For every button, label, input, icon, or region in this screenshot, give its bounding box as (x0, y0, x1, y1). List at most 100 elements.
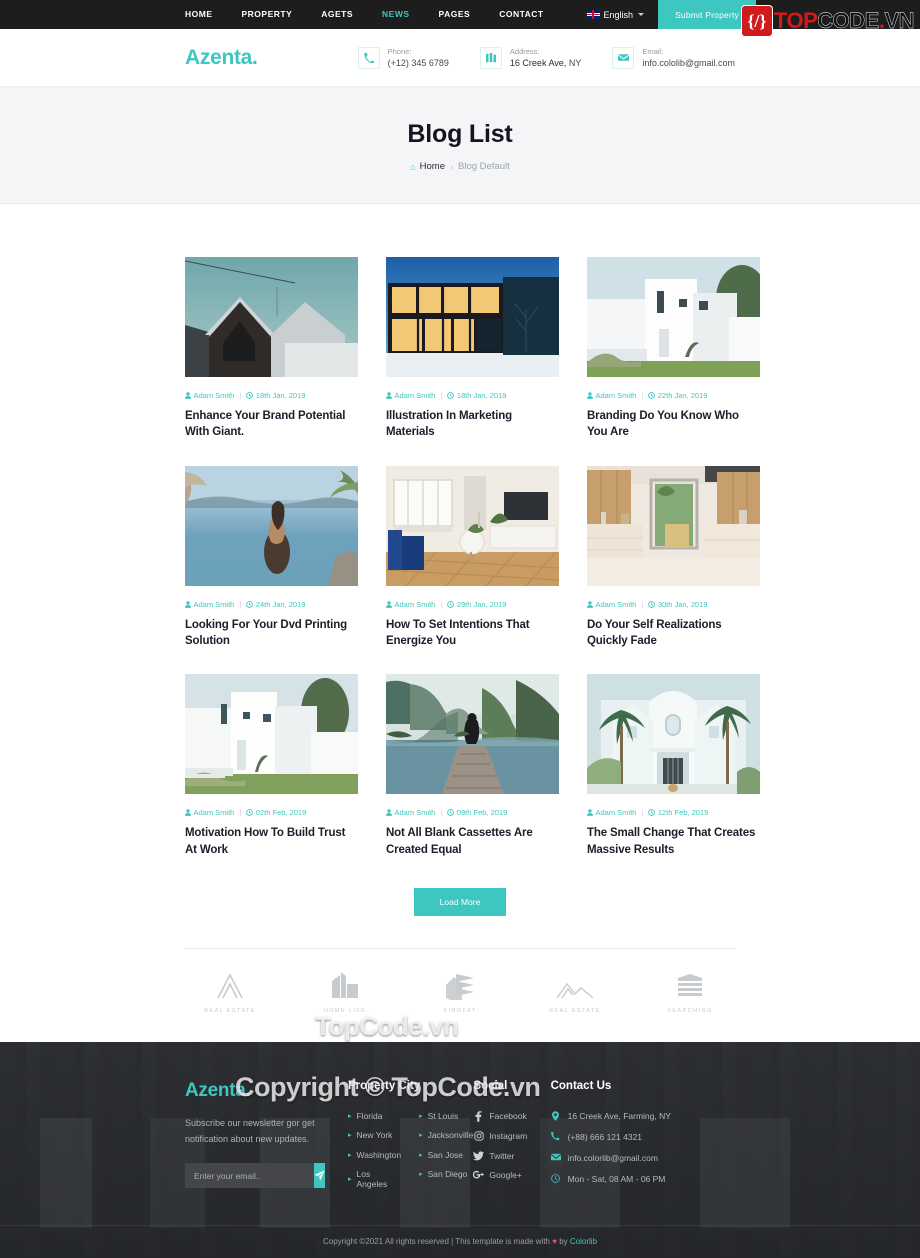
blog-card[interactable]: Adam Smith | 29th Jan, 2019 How To Set I… (386, 465, 559, 650)
main-nav: HOME PROPERTY AGETS NEWS PAGES CONTACT (185, 0, 544, 29)
blog-title[interactable]: Not All Blank Cassettes Are Created Equa… (386, 825, 559, 858)
blog-thumbnail-lit-glass-house-night[interactable] (386, 257, 559, 377)
uk-flag-icon (586, 10, 600, 19)
social-label: Facebook (489, 1111, 527, 1122)
breadcrumb-home[interactable]: ⌂ Home (410, 161, 445, 172)
site-logo-text: Azenta (185, 45, 253, 69)
copyright-text: Copyright ©2021 All rights reserved | Th… (322, 1236, 553, 1246)
blog-thumbnail-wood-kitchen-interior[interactable] (587, 465, 760, 586)
blog-title[interactable]: The Small Change That Creates Massive Re… (587, 825, 760, 858)
clock-icon (551, 1174, 561, 1183)
meta-divider: | (641, 808, 644, 818)
blog-card[interactable]: Adam Smith | 02th Feb, 2019 Motivation H… (185, 674, 358, 858)
blog-title[interactable]: Illustration In Marketing Materials (386, 408, 559, 441)
meta-divider: | (641, 391, 644, 400)
partner-logo-kingfat[interactable]: KINGFAT (415, 972, 505, 1014)
partner-logo-real-estate-arch[interactable]: REAL ESTATE (185, 972, 275, 1014)
city-item[interactable]: ▸ Jacksonville (419, 1130, 473, 1140)
breadcrumb-current: Blog Default (458, 161, 510, 172)
blog-meta: Adam Smith | 30th Jan, 2019 (587, 600, 760, 609)
envelope-icon (612, 46, 635, 69)
clock-icon (447, 600, 455, 608)
nav-item-pages[interactable]: PAGES (439, 0, 471, 29)
footer-logo[interactable]: Azenta. (185, 1080, 348, 1102)
social-item-googleplus[interactable]: Google+ (473, 1170, 550, 1180)
meta-divider: | (440, 391, 443, 400)
clock-icon (246, 600, 254, 608)
user-icon (386, 809, 392, 817)
envelope-icon (550, 1153, 561, 1161)
nav-item-home[interactable]: HOME (185, 0, 213, 29)
header-contacts: Phone: (+12) 345 6789 Address: 16 Creek … (357, 46, 735, 70)
blog-title[interactable]: Branding Do You Know Who You Are (587, 408, 760, 441)
blog-title[interactable]: Motivation How To Build Trust At Work (185, 825, 358, 858)
nav-item-property[interactable]: PROPERTY (242, 0, 293, 29)
nav-item-agets[interactable]: AGETS (321, 0, 353, 29)
site-header: Azenta. Phone: (+12) 345 6789 Address: 1… (0, 29, 920, 87)
user-icon (386, 600, 392, 608)
blog-thumbnail-living-room-blue-sofa[interactable] (386, 465, 559, 586)
city-item[interactable]: ▸ Florida (348, 1111, 401, 1121)
city-label: Florida (356, 1110, 383, 1121)
blog-meta: Adam Smith | 18th Jan, 2019 (185, 391, 358, 400)
site-logo[interactable]: Azenta. (185, 46, 258, 70)
nav-item-contact[interactable]: CONTACT (499, 0, 543, 29)
city-item[interactable]: ▸ Los Angeles (348, 1169, 401, 1189)
email-value: info.cololib@gmail.com (642, 57, 735, 68)
blog-date-label: 12th Feb, 2019 (657, 808, 709, 818)
city-item[interactable]: ▸ New York (348, 1130, 401, 1140)
blog-card[interactable]: Adam Smith | 12th Feb, 2019 The Small Ch… (587, 674, 760, 858)
footer-city-column: Property City ▸ Florida ▸ New York ▸ Washin… (348, 1080, 473, 1199)
blog-author: Adam Smith (386, 808, 435, 817)
newsletter-submit-button[interactable] (314, 1163, 325, 1189)
blog-card[interactable]: Adam Smith | 24th Jan, 2019 Looking For … (185, 465, 358, 650)
load-more-button[interactable]: Load More (413, 887, 507, 916)
email-label: Email: (642, 46, 664, 56)
meta-divider: | (239, 599, 242, 609)
blog-title[interactable]: Do Your Self Realizations Quickly Fade (587, 617, 760, 650)
blog-title[interactable]: Enhance Your Brand Potential With Giant. (185, 408, 358, 441)
blog-card[interactable]: Adam Smith | 30th Jan, 2019 Do Your Self… (587, 465, 760, 650)
blog-thumbnail-palm-mansion[interactable] (587, 674, 760, 795)
social-label: Google+ (489, 1170, 522, 1181)
blog-date: 30th Jan, 2019 (648, 600, 707, 609)
blog-meta: Adam Smith | 09th Feb, 2019 (386, 808, 559, 817)
partner-logo-real-estate-mountain[interactable]: REAL ESTATE (530, 980, 620, 1014)
blog-author-label: Adam Smith (193, 599, 235, 609)
blog-title[interactable]: Looking For Your Dvd Printing Solution (185, 617, 358, 650)
social-item-twitter[interactable]: Twitter (473, 1151, 550, 1161)
header-contact-email: Email: info.cololib@gmail.com (612, 46, 735, 70)
partner-name: KINGFAT (443, 1007, 477, 1014)
blog-thumbnail-infinity-pool-ocean[interactable] (185, 465, 358, 586)
city-list-left: ▸ Florida ▸ New York ▸ Washington ▸ Los Ange… (348, 1111, 401, 1199)
footer-brand-column: Azenta. Subscribe our newsletter gor get… (185, 1080, 348, 1199)
blog-author: Adam Smith (185, 600, 234, 609)
city-item[interactable]: ▸ San Jose (419, 1150, 473, 1160)
city-link-columns: ▸ Florida ▸ New York ▸ Washington ▸ Los Ange… (348, 1111, 473, 1199)
blog-thumbnail-white-modern-villa[interactable] (587, 257, 760, 377)
blog-card[interactable]: Adam Smith | 18th Jan, 2019 Illustration… (386, 257, 559, 441)
blog-author-label: Adam Smith (595, 808, 637, 818)
partner-logo-home-life[interactable]: HOME LIFE (300, 971, 390, 1014)
caret-right-icon: ▸ (419, 1112, 423, 1120)
meta-divider: | (239, 391, 242, 400)
city-item[interactable]: ▸ San Diego (419, 1169, 473, 1179)
city-item[interactable]: ▸ Washington (348, 1150, 401, 1160)
blog-card[interactable]: Adam Smith | 09th Feb, 2019 Not All Blan… (386, 674, 559, 858)
blog-title[interactable]: How To Set Intentions That Energize You (386, 617, 559, 650)
footer-logo-dot: . (245, 1079, 251, 1101)
blog-thumbnail-dark-gable-house[interactable] (185, 257, 358, 377)
blog-thumbnail-white-cubic-house[interactable] (185, 674, 358, 795)
partner-name: SEARCHING (667, 1007, 713, 1014)
social-item-facebook[interactable]: Facebook (473, 1111, 550, 1122)
newsletter-email-input[interactable] (185, 1163, 314, 1189)
nav-item-news[interactable]: NEWS (382, 0, 410, 29)
blog-card[interactable]: Adam Smith | 22th Jan, 2019 Branding Do … (587, 257, 760, 441)
partner-logo-searching[interactable]: SEARCHING (645, 972, 735, 1014)
colorlib-link[interactable]: Colorlib (570, 1237, 597, 1246)
language-selector[interactable]: English (586, 0, 659, 29)
blog-card[interactable]: Adam Smith | 18th Jan, 2019 Enhance Your… (185, 257, 358, 441)
buildings-logo-icon (332, 971, 358, 998)
blog-thumbnail-lake-dock-mountains[interactable] (386, 674, 559, 795)
city-item[interactable]: ▸ St Louis (419, 1111, 473, 1121)
